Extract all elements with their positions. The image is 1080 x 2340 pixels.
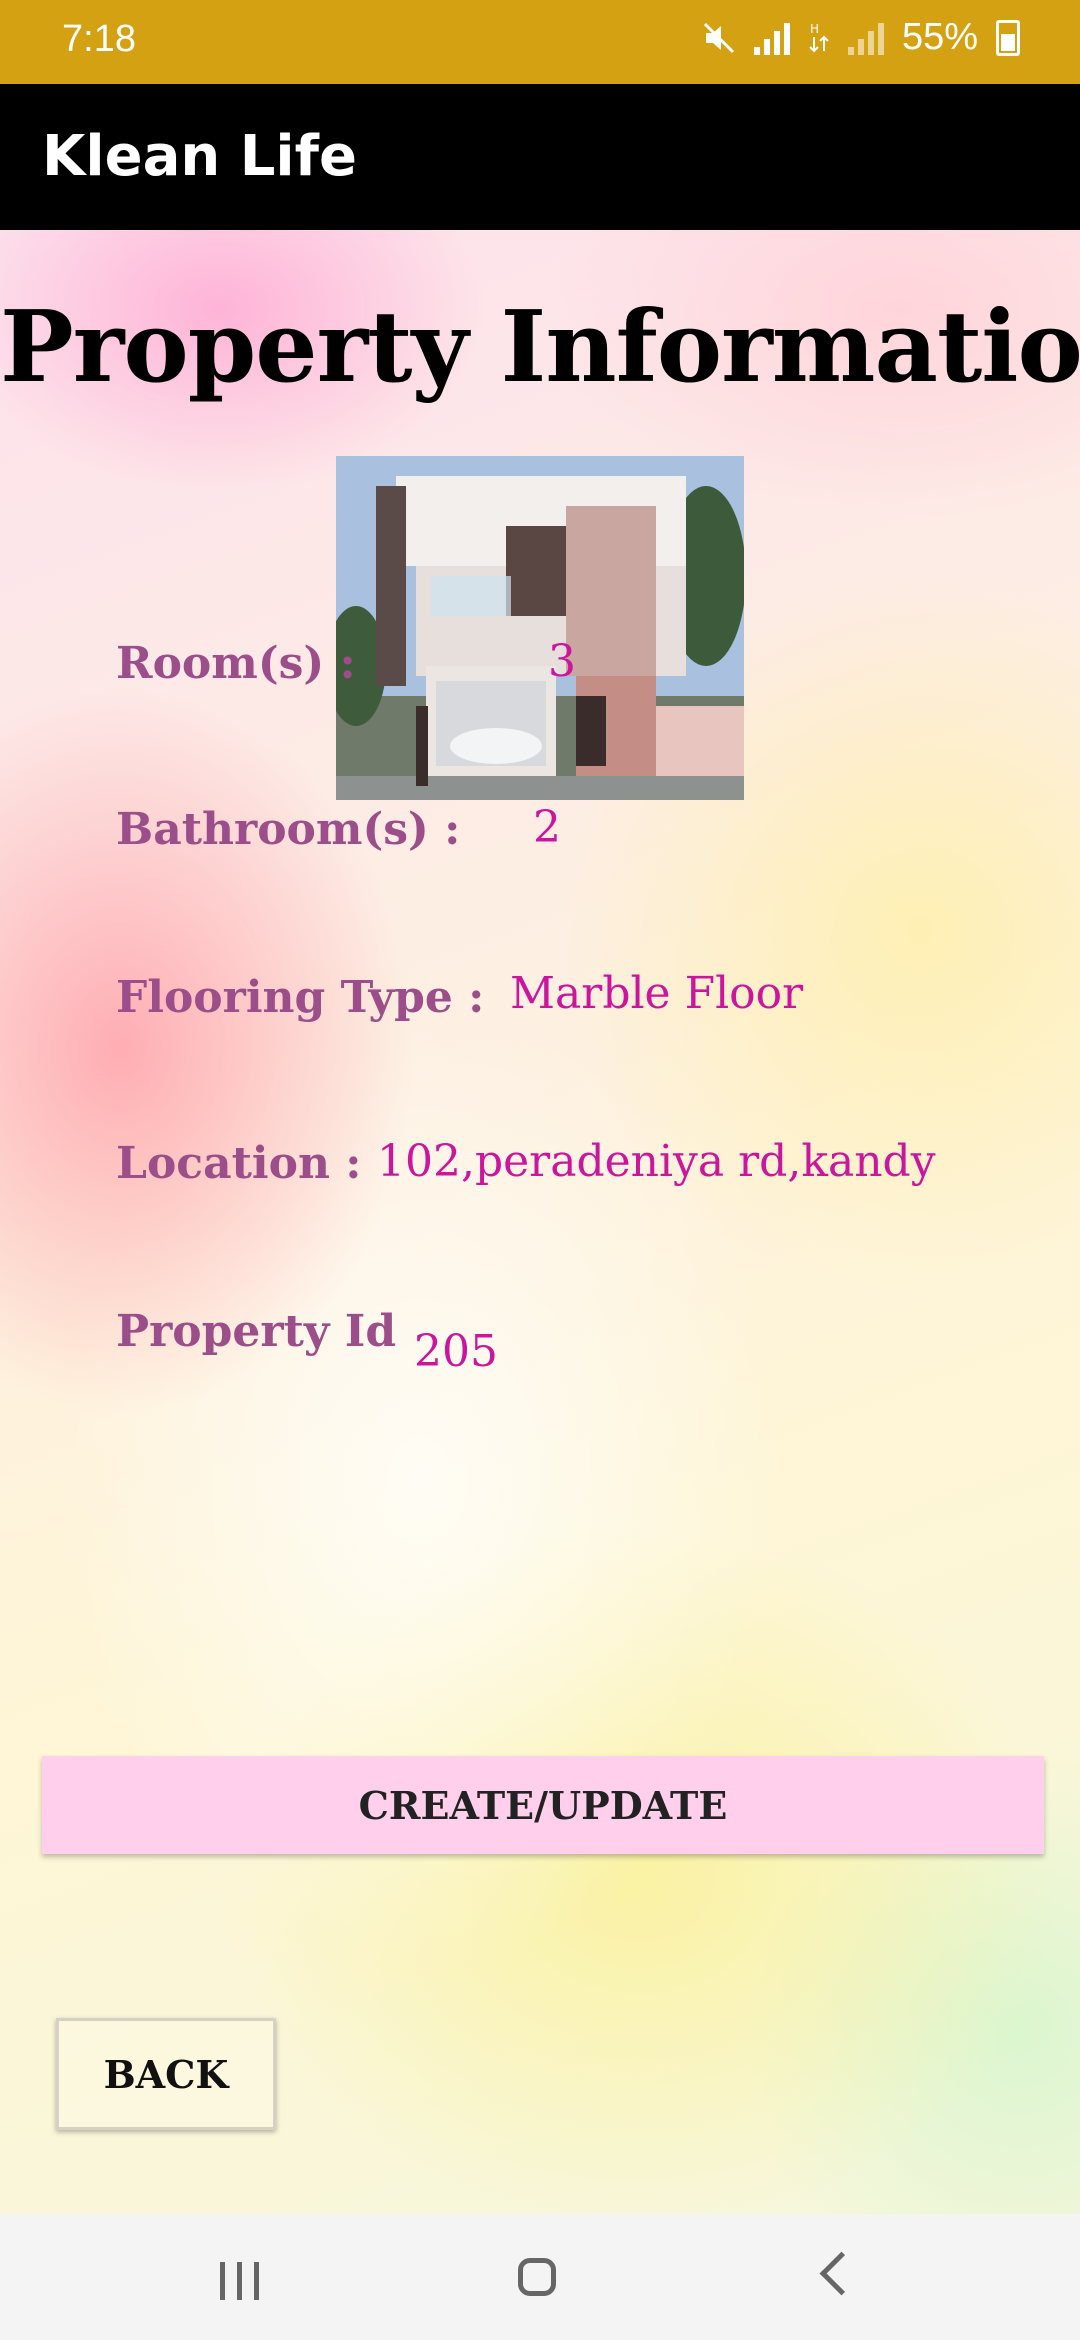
home-icon[interactable]	[518, 2258, 556, 2296]
property-id-value: 205	[414, 1326, 498, 1377]
app-title: Klean Life	[42, 124, 357, 189]
rooms-value: 3	[548, 636, 576, 687]
create-update-button[interactable]: CREATE/UPDATE	[42, 1756, 1044, 1854]
recent-apps-icon[interactable]	[220, 2262, 259, 2300]
battery-icon	[996, 19, 1020, 56]
page-title: Property Information	[0, 290, 1080, 405]
rooms-label: Room(s) :	[116, 638, 356, 689]
data-transfer-icon: H	[809, 22, 829, 52]
app-bar: Klean Life	[0, 84, 1080, 230]
signal-icon	[753, 21, 790, 55]
flooring-type-label: Flooring Type :	[116, 972, 485, 1023]
svg-text:H: H	[810, 22, 819, 36]
flooring-type-value: Marble Floor	[510, 968, 804, 1019]
back-button[interactable]: BACK	[56, 2018, 276, 2130]
back-nav-icon[interactable]	[819, 2251, 864, 2296]
status-time: 7:18	[62, 18, 136, 60]
battery-percent: 55%	[901, 16, 978, 58]
status-bar: 7:18 H 55%	[0, 0, 1080, 84]
content-area: Property Information Room(s) : 3 Bathroo…	[0, 230, 1080, 2214]
bathrooms-label: Bathroom(s) :	[116, 804, 461, 855]
status-icons: H 55%	[702, 16, 1020, 59]
mute-icon	[703, 22, 734, 53]
location-value: 102,peradeniya rd,kandy	[377, 1136, 936, 1187]
signal-icon-secondary	[847, 21, 884, 55]
bathrooms-value: 2	[533, 802, 561, 853]
system-nav-bar	[0, 2214, 1080, 2340]
location-label: Location :	[116, 1138, 362, 1189]
house-image	[336, 456, 744, 800]
property-id-label: Property Id	[116, 1306, 397, 1357]
